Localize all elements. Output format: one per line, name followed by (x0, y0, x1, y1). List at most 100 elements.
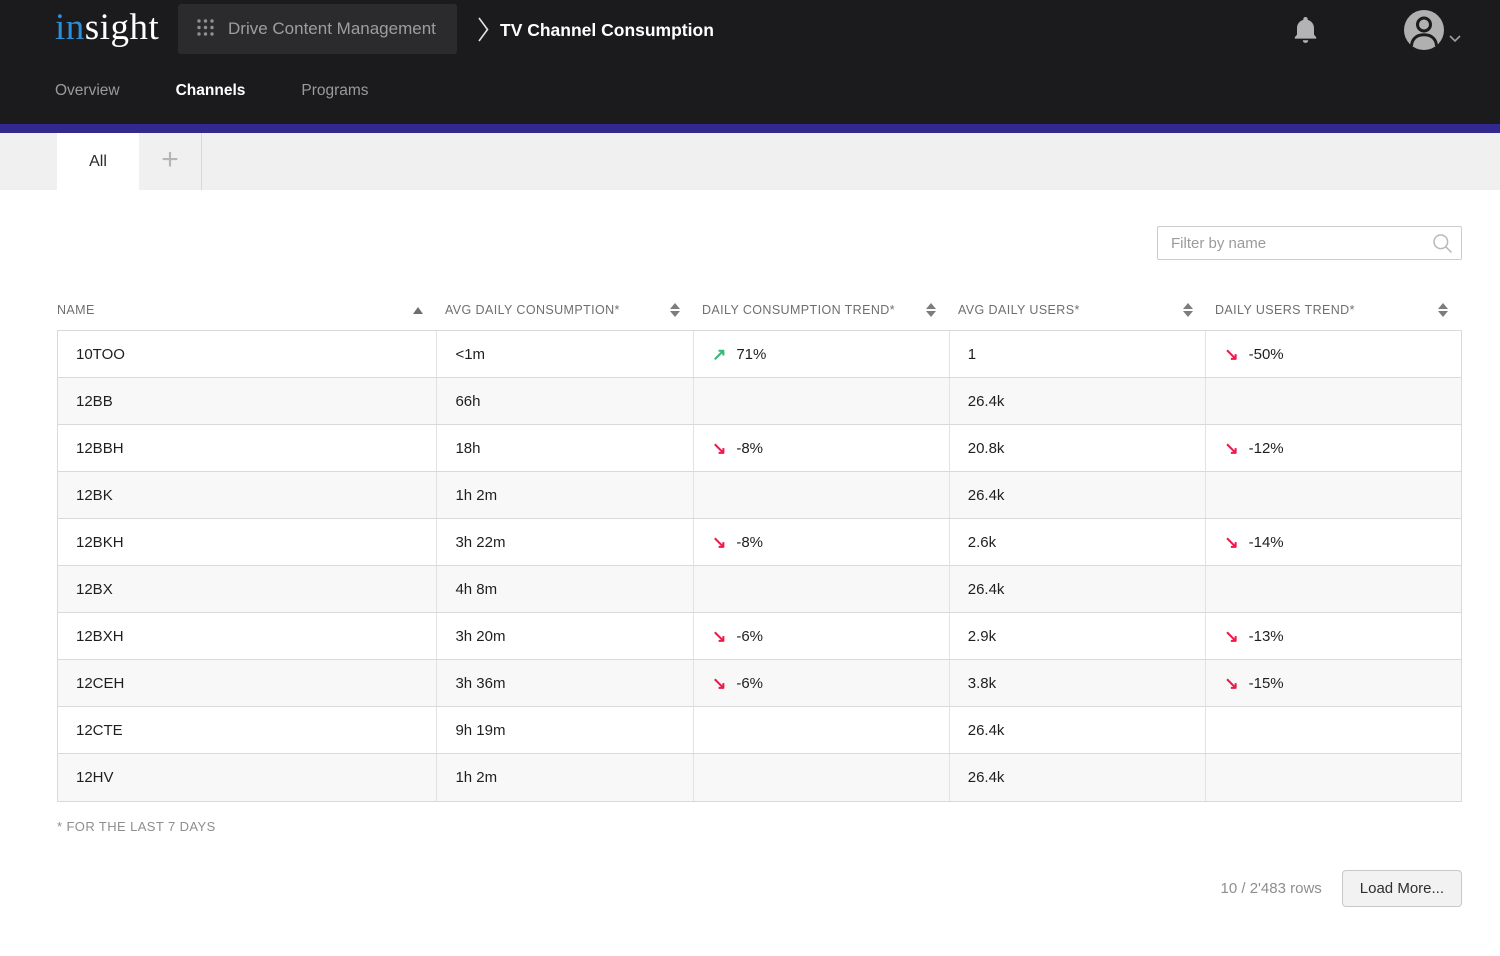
cell-name: 12BXH (58, 613, 437, 659)
avatar-icon (1403, 9, 1445, 54)
table-row[interactable]: 12BX4h 8m26.4k (58, 566, 1461, 613)
main-content: NAME AVG DAILY CONSUMPTION*DAILY CONSUMPT… (0, 190, 1462, 907)
table-row[interactable]: 12BKH3h 22m↘-8%2.6k↘-14% (58, 519, 1461, 566)
filter-row (57, 226, 1462, 260)
cell-daily-users-trend: ↘-12% (1206, 425, 1461, 471)
cell-name: 12BBH (58, 425, 437, 471)
cell-daily-users-trend: ↘-50% (1206, 331, 1461, 377)
cell-name: 12BB (58, 378, 437, 424)
trend-value: -14% (1249, 534, 1284, 551)
table-row[interactable]: 10TOO<1m↗71%1↘-50% (58, 331, 1461, 378)
cell-avg-daily-consumption: 1h 2m (437, 472, 694, 518)
column-label: NAME (57, 303, 95, 317)
cell-avg-daily-consumption: 3h 22m (437, 519, 694, 565)
cell-daily-consumption-trend: ↘-6% (694, 660, 950, 706)
table-footer: 10 / 2'483 rows Load More... (57, 870, 1462, 907)
tab-strip: All + (0, 133, 1500, 190)
app-switcher-button[interactable]: Drive Content Management (178, 4, 457, 54)
add-tab-button[interactable]: + (139, 133, 202, 190)
filter-box (1157, 226, 1462, 260)
trend-value: -6% (736, 628, 763, 645)
cell-daily-users-trend (1206, 378, 1461, 424)
table-row[interactable]: 12HV1h 2m26.4k (58, 754, 1461, 801)
cell-avg-daily-users: 2.9k (950, 613, 1207, 659)
sort-icon (926, 303, 936, 317)
column-header-name[interactable]: NAME (57, 303, 437, 317)
cell-avg-daily-users: 26.4k (950, 566, 1207, 612)
trend-down-icon: ↘ (712, 675, 726, 692)
cell-avg-daily-consumption: 3h 20m (437, 613, 694, 659)
notifications-button[interactable] (1292, 15, 1319, 48)
trend-down-icon: ↘ (1224, 675, 1238, 692)
cell-daily-consumption-trend (694, 378, 950, 424)
column-header-daily-consumption-trend[interactable]: DAILY CONSUMPTION TREND* (694, 303, 950, 317)
nav-item-programs[interactable]: Programs (301, 82, 368, 100)
cell-name: 12HV (58, 754, 437, 801)
table-row[interactable]: 12CEH3h 36m↘-6%3.8k↘-15% (58, 660, 1461, 707)
cell-avg-daily-users: 20.8k (950, 425, 1207, 471)
cell-avg-daily-consumption: 66h (437, 378, 694, 424)
trend-down-icon: ↘ (1224, 534, 1238, 551)
cell-daily-users-trend (1206, 707, 1461, 753)
trend-value: -8% (736, 440, 763, 457)
main-nav: Overview Channels Programs (55, 82, 369, 100)
trend-down-icon: ↘ (1224, 346, 1238, 363)
cell-daily-consumption-trend: ↘-8% (694, 519, 950, 565)
page-title: TV Channel Consumption (500, 20, 714, 41)
insight-logo[interactable]: insight (55, 6, 159, 49)
cell-name: 12BKH (58, 519, 437, 565)
accent-bar (0, 124, 1500, 133)
trend-down-icon: ↘ (1224, 628, 1238, 645)
cell-daily-users-trend (1206, 472, 1461, 518)
cell-avg-daily-consumption: 4h 8m (437, 566, 694, 612)
table-footnote: * FOR THE LAST 7 DAYS (57, 819, 1462, 834)
nav-item-channels[interactable]: Channels (176, 82, 246, 100)
trend-value: -13% (1249, 628, 1284, 645)
cell-avg-daily-users: 26.4k (950, 754, 1207, 801)
sort-icon (1438, 303, 1448, 317)
cell-avg-daily-users: 1 (950, 331, 1207, 377)
sort-icon (670, 303, 680, 317)
rows-count: 10 / 2'483 rows (1221, 880, 1322, 897)
cell-avg-daily-users: 26.4k (950, 378, 1207, 424)
chevron-down-icon (1449, 31, 1461, 46)
table-row[interactable]: 12BXH3h 20m ↘ -6% 2.9k ↘ -13% (58, 613, 1461, 660)
nav-item-overview[interactable]: Overview (55, 82, 120, 100)
cell-daily-consumption-trend (694, 754, 950, 801)
logo-text-sight: sight (85, 7, 159, 48)
column-header-avg-daily-consumption[interactable]: AVG DAILY CONSUMPTION* (437, 303, 694, 317)
load-more-button[interactable]: Load More... (1342, 870, 1462, 907)
cell-daily-users-trend (1206, 566, 1461, 612)
table-row[interactable]: 12BBH18h↘-8%20.8k↘-12% (58, 425, 1461, 472)
trend-down-icon: ↘ (712, 534, 726, 551)
filter-by-name-input[interactable] (1157, 226, 1462, 260)
trend-value: -15% (1249, 675, 1284, 692)
cell-avg-daily-consumption: 9h 19m (437, 707, 694, 753)
trend-value: 71% (736, 346, 766, 363)
cell-avg-daily-consumption: 18h (437, 425, 694, 471)
cell-avg-daily-users: 3.8k (950, 660, 1207, 706)
app-header: insight Drive Content Management TV Chan… (0, 0, 1500, 124)
table-row[interactable]: 12CTE9h 19m26.4k (58, 707, 1461, 754)
cell-daily-users-trend: ↘ -14% (1206, 519, 1461, 565)
table-row[interactable]: 12BK1h 2m26.4k (58, 472, 1461, 519)
table-row[interactable]: 12BB66h 26.4k (58, 378, 1461, 425)
cell-daily-consumption-trend (694, 472, 950, 518)
column-header-avg-daily-users[interactable]: AVG DAILY USERS* (950, 303, 1207, 317)
column-label: DAILY USERS TREND* (1215, 303, 1355, 317)
bell-icon (1292, 33, 1319, 48)
user-menu-button[interactable] (1403, 9, 1461, 54)
trend-down-icon: ↘ (1224, 440, 1238, 457)
cell-daily-users-trend: ↘ -13% (1206, 613, 1461, 659)
trend-down-icon: ↘ (712, 628, 726, 645)
cell-daily-consumption-trend: ↘-8% (694, 425, 950, 471)
plus-icon: + (161, 145, 179, 175)
tab-all[interactable]: All (57, 133, 139, 190)
cell-name: 12BK (58, 472, 437, 518)
cell-daily-users-trend (1206, 754, 1461, 801)
column-header-daily-users-trend[interactable]: DAILY USERS TREND* (1207, 303, 1462, 317)
tab-strip-spacer (0, 133, 57, 190)
grid-menu-icon (196, 18, 215, 40)
cell-daily-users-trend: ↘ -15% (1206, 660, 1461, 706)
cell-avg-daily-consumption: 3h 36m (437, 660, 694, 706)
